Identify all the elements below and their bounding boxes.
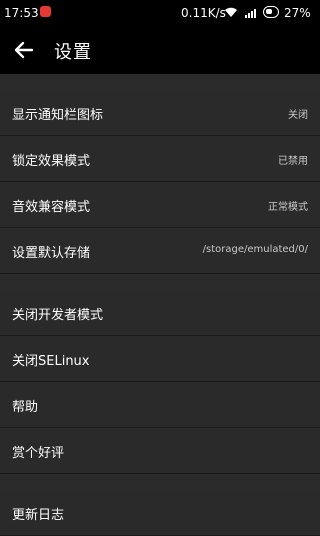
setting-label: 设置默认存储	[12, 246, 91, 261]
setting-disable-selinux[interactable]: 关闭SELinux	[0, 336, 320, 382]
battery-percentage: 27%	[284, 6, 311, 20]
battery-icon	[263, 6, 279, 18]
status-bar: 17:53 0.11K/s 27%	[0, 0, 320, 26]
network-speed: 0.11K/s	[181, 6, 226, 20]
app-bar: 设置	[0, 26, 320, 74]
setting-label: 锁定效果模式	[12, 154, 91, 169]
setting-label: 赏个好评	[12, 446, 65, 461]
setting-lock-effect-mode[interactable]: 锁定效果模式 已禁用	[0, 136, 320, 182]
settings-list: 显示通知栏图标 关闭 锁定效果模式 已禁用 音效兼容模式 正常模式 设置默认存储…	[0, 74, 320, 536]
setting-value: 已禁用	[278, 156, 308, 167]
setting-label: 更新日志	[12, 508, 65, 523]
setting-label: 音效兼容模式	[12, 200, 91, 215]
setting-show-notification-icon[interactable]: 显示通知栏图标 关闭	[0, 90, 320, 136]
wifi-icon	[225, 7, 237, 17]
setting-label: 帮助	[12, 400, 39, 415]
setting-changelog[interactable]: 更新日志	[0, 490, 320, 536]
setting-value: /storage/emulated/0/	[202, 244, 308, 255]
setting-value: 正常模式	[268, 202, 308, 213]
setting-label: 显示通知栏图标	[12, 108, 104, 123]
setting-default-storage[interactable]: 设置默认存储 /storage/emulated/0/	[0, 228, 320, 274]
setting-rate-app[interactable]: 赏个好评	[0, 428, 320, 474]
page-title: 设置	[54, 42, 92, 63]
setting-disable-dev-mode[interactable]: 关闭开发者模式	[0, 290, 320, 336]
setting-label: 关闭开发者模式	[12, 308, 104, 323]
section-divider	[0, 274, 320, 290]
status-time: 17:53	[4, 6, 39, 20]
back-arrow-icon[interactable]	[12, 38, 36, 62]
setting-help[interactable]: 帮助	[0, 382, 320, 428]
setting-label: 关闭SELinux	[12, 354, 90, 369]
setting-value: 关闭	[288, 110, 308, 121]
section-divider	[0, 74, 320, 90]
section-divider	[0, 474, 320, 490]
signal-icon	[245, 9, 256, 18]
notification-icon	[40, 6, 51, 17]
setting-sound-compat-mode[interactable]: 音效兼容模式 正常模式	[0, 182, 320, 228]
